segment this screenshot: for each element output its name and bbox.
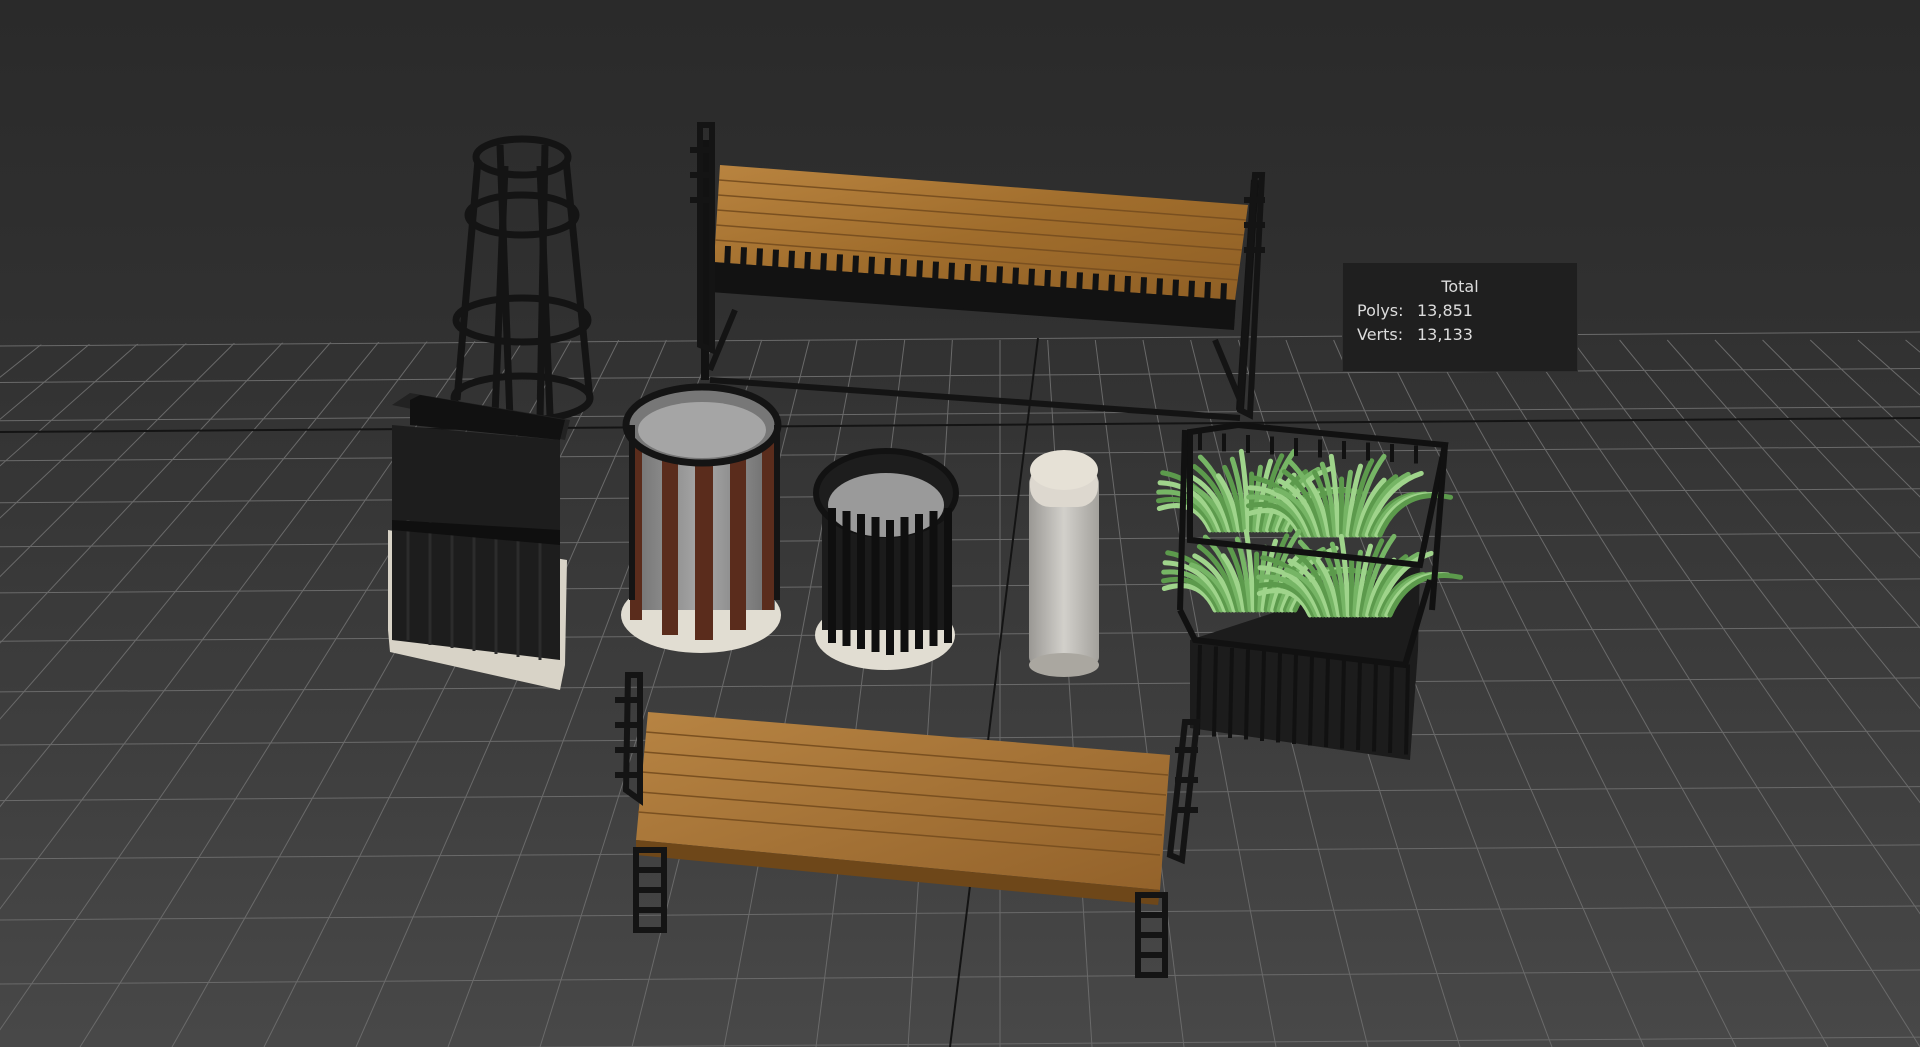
planter-grass-bar	[1388, 662, 1394, 754]
grid-line-h	[0, 1036, 1920, 1047]
bench-back-slat	[1219, 283, 1227, 329]
bench-back-slat	[771, 249, 779, 295]
waste-bin-metal[interactable]	[813, 448, 959, 670]
planter-grass-bar	[1212, 646, 1218, 737]
bench-back-slat	[835, 254, 843, 300]
bench-back-slat	[1171, 279, 1179, 325]
bench-back-slat	[1155, 278, 1163, 324]
bench-back-slat	[963, 263, 971, 310]
viewport-scene[interactable]	[0, 0, 1920, 1047]
3d-viewport[interactable]: Total Polys: 13,851 Verts: 13,133	[0, 0, 1920, 1047]
bench-back-slat	[787, 250, 795, 296]
grid-axis-y	[949, 337, 1039, 1047]
bench-back-slat	[803, 251, 811, 298]
bench-back-slat	[1139, 277, 1147, 323]
bench-back-slat	[1091, 273, 1099, 319]
bench-back-slat	[723, 245, 731, 292]
bench-back-slat	[1043, 269, 1051, 316]
grid-line-h	[0, 331, 1920, 347]
planter-grass-bar	[1324, 656, 1330, 748]
planter-grass-bar	[1372, 661, 1378, 752]
polys-row: Polys: 13,851	[1357, 301, 1473, 320]
grid-line-h	[0, 367, 1920, 383]
bench-back-slat	[739, 247, 747, 293]
bench-back-slat	[899, 259, 907, 305]
bench-back-slat	[1187, 280, 1195, 326]
waste-bin-wood[interactable]	[621, 383, 782, 653]
planter-grass-bar	[1356, 659, 1362, 751]
bench-back-slat	[1075, 272, 1083, 318]
bench-back-slat	[1123, 275, 1131, 322]
bench-back-slat	[1107, 274, 1115, 320]
planter-grass-bar	[1276, 652, 1282, 743]
grid-line-h	[0, 406, 1920, 422]
bench-back-slat	[947, 262, 955, 308]
grid-axis-x	[0, 417, 1920, 433]
bench-back-slat	[979, 265, 987, 311]
planter-grass-bar	[1292, 653, 1298, 745]
polys-label: Polys:	[1357, 301, 1404, 320]
grid-line-v	[1619, 339, 1920, 1047]
bench-back-slat	[819, 253, 827, 299]
grid-line-v	[1762, 339, 1920, 1047]
grid-line-v	[0, 339, 286, 1047]
grid-line-v	[0, 339, 238, 1047]
grid-line-v	[0, 339, 48, 1047]
grid-line-v	[0, 339, 429, 1047]
planter-grass-bar	[1244, 649, 1250, 740]
planter-grass-bar	[1340, 658, 1346, 749]
verts-row: Verts: 13,133	[1357, 325, 1473, 344]
grid-line-v	[1714, 339, 1920, 1047]
grid-line-v	[0, 339, 381, 1047]
metal-bin-bars	[828, 508, 952, 655]
planter-grass[interactable]	[1156, 421, 1464, 760]
planter-grass-bar	[1308, 655, 1314, 746]
bench-back-slat	[851, 255, 859, 301]
stats-overlay: Total Polys: 13,851 Verts: 13,133	[1342, 262, 1578, 372]
grid-line-v	[0, 339, 143, 1047]
bench-back-slat	[915, 260, 923, 306]
bench-back-slat	[995, 266, 1003, 312]
grid-line-v	[815, 339, 906, 1047]
grid-line-h	[0, 626, 1920, 642]
grid-line-v	[0, 339, 95, 1047]
bench-back-slat	[1203, 281, 1211, 328]
bench-back-slat	[1027, 268, 1035, 314]
grid-line-v	[1047, 339, 1093, 1047]
grid-line-h	[0, 532, 1920, 548]
bench-back-slat	[931, 261, 939, 307]
grid-line-v	[1857, 339, 1920, 1047]
grid-line-v	[1666, 339, 1920, 1047]
grid-line-v	[1571, 339, 1920, 1047]
grid-line-h	[0, 677, 1920, 693]
bollard[interactable]	[1029, 450, 1099, 677]
grid-line-v	[1809, 339, 1920, 1047]
polys-value: 13,851	[1417, 301, 1473, 320]
grid-line-v	[1523, 339, 1920, 1047]
grid-line-v	[1476, 339, 1920, 1047]
stats-title: Total	[1441, 277, 1479, 296]
grid-line-v	[907, 339, 953, 1047]
planter-grass-bar	[1404, 664, 1410, 755]
bench-back-slat	[1059, 271, 1067, 317]
verts-value: 13,133	[1417, 325, 1473, 344]
grid-line-h	[0, 905, 1920, 921]
grid-line-v	[0, 339, 334, 1047]
grid-line-v	[0, 339, 191, 1047]
planter-grass-bar	[1260, 650, 1266, 742]
planter-grass-bar	[1228, 647, 1234, 739]
bench-back-slat	[883, 257, 891, 304]
bench-back-slat	[1011, 267, 1019, 313]
bench-back-slat	[755, 248, 763, 294]
grid-line-h	[0, 578, 1920, 594]
verts-label: Verts:	[1357, 325, 1404, 344]
bench-back-slat	[867, 256, 875, 302]
bench-front[interactable]	[615, 672, 1201, 978]
ground-grid	[0, 331, 1920, 1047]
planter-square-left[interactable]	[388, 393, 570, 690]
